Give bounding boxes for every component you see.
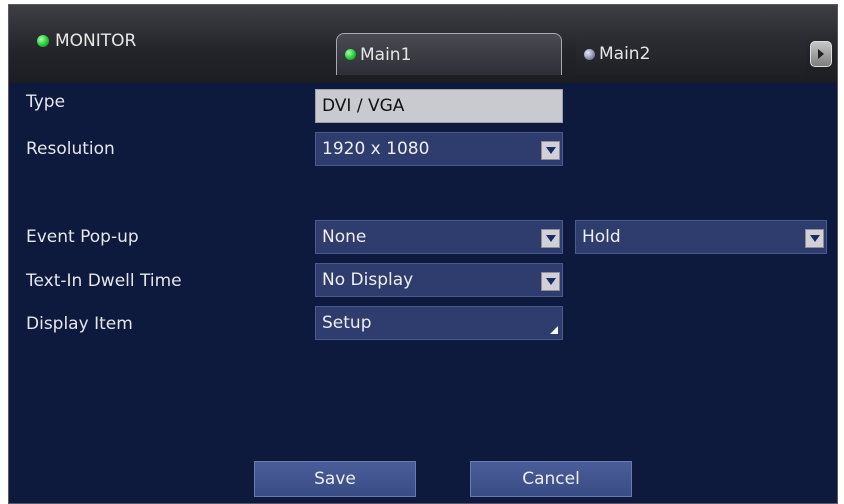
display-item-button[interactable]: Setup	[315, 306, 563, 340]
tab-main1-label: Main1	[360, 44, 412, 65]
resolution-label: Resolution	[26, 139, 115, 159]
event-popup-hold-select[interactable]: Hold	[575, 220, 827, 254]
event-popup-hold-value: Hold	[582, 227, 621, 247]
chevron-down-icon[interactable]	[805, 229, 824, 248]
display-item-label: Display Item	[26, 314, 133, 334]
save-button[interactable]: Save	[254, 461, 416, 497]
tab-led-on-icon	[345, 49, 356, 60]
event-popup-label: Event Pop-up	[26, 227, 139, 247]
corner-triangle-icon	[550, 326, 558, 334]
tab-led-off-icon	[584, 48, 595, 60]
next-tab-button[interactable]	[810, 41, 832, 67]
resolution-select[interactable]: 1920 x 1080	[315, 132, 563, 166]
chevron-down-icon[interactable]	[541, 141, 560, 160]
chevron-right-icon	[818, 49, 824, 59]
status-led-icon	[37, 35, 49, 47]
window-title: MONITOR	[37, 31, 136, 51]
text-in-dwell-value: No Display	[322, 270, 414, 290]
tab-main2-label: Main2	[599, 44, 651, 64]
event-popup-value: None	[322, 227, 367, 247]
resolution-value: 1920 x 1080	[322, 139, 430, 159]
cancel-button[interactable]: Cancel	[470, 461, 632, 497]
type-value: DVI / VGA	[322, 96, 405, 116]
event-popup-select[interactable]: None	[315, 220, 563, 254]
tab-main1[interactable]: Main1	[336, 33, 562, 75]
text-in-dwell-label: Text-In Dwell Time	[26, 271, 182, 291]
title-bar: MONITOR Main1 Main2	[9, 5, 837, 83]
window-title-text: MONITOR	[55, 31, 137, 51]
text-in-dwell-select[interactable]: No Display	[315, 263, 563, 297]
type-field: DVI / VGA	[315, 89, 563, 123]
monitor-settings-window: MONITOR Main1 Main2 Type DVI / VGA Resol…	[8, 4, 838, 504]
tab-main2[interactable]: Main2	[576, 33, 806, 75]
chevron-down-icon[interactable]	[541, 272, 560, 291]
chevron-down-icon[interactable]	[541, 229, 560, 248]
type-label: Type	[26, 92, 66, 112]
display-item-value: Setup	[322, 313, 372, 333]
